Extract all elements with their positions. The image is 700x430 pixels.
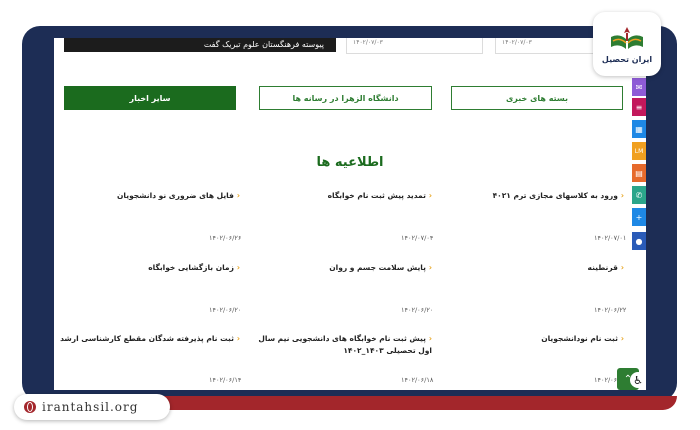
logo: ایران تحصیل xyxy=(593,12,661,76)
announcement-item[interactable]: ‹فایل های ضروری نو دانشجویان xyxy=(60,190,240,202)
book-icon[interactable]: ▤ xyxy=(632,164,646,182)
website-url-badge: irantahsil.org xyxy=(14,394,170,420)
section-title: اطلاعیه ها xyxy=(316,155,384,170)
chevron-left-icon: ‹ xyxy=(428,191,432,200)
chevron-left-icon: ‹ xyxy=(236,191,240,200)
web-page-screen: پیوسته فرهنگستان علوم تبریک گفت ۱۴۰۲/۰۷/… xyxy=(54,38,646,390)
chevron-left-icon: ‹ xyxy=(236,334,240,343)
accessibility-icon[interactable]: ♿ xyxy=(630,372,646,388)
announcement-date: ۱۴۰۲/۰۷/۰۱ xyxy=(594,234,627,242)
news-headline-bar[interactable]: پیوسته فرهنگستان علوم تبریک گفت xyxy=(64,38,336,52)
chevron-left-icon: ‹ xyxy=(428,334,432,343)
announcement-title: ثبت نام نودانشجویان xyxy=(541,334,618,343)
announcement-title: زمان بازگشایی خوابگاه xyxy=(148,263,234,272)
list-icon[interactable]: ≡ xyxy=(632,98,646,116)
announcement-item[interactable]: ‹ورود به کلاسهای مجازی ترم ۴۰۲۱ xyxy=(444,190,624,202)
news-card-date: ۱۴۰۲/۰۷/۰۳ xyxy=(353,39,383,46)
announcement-title: پیش ثبت نام خوابگاه های دانشجویی نیم سال… xyxy=(258,334,432,355)
chat-icon[interactable]: ● xyxy=(632,232,646,250)
chevron-left-icon: ‹ xyxy=(620,191,624,200)
chevron-left-icon: ‹ xyxy=(236,263,240,272)
lms-icon[interactable]: LM xyxy=(632,142,646,160)
announcement-date: ۱۴۰۲/۰۷/۰۴ xyxy=(401,234,434,242)
phone-icon[interactable]: ✆ xyxy=(632,186,646,204)
announcement-title: تمدید پیش ثبت نام خوابگاه xyxy=(327,191,426,200)
announcement-item[interactable]: ‹پیش ثبت نام خوابگاه های دانشجویی نیم سا… xyxy=(252,333,432,357)
news-card[interactable]: ۱۴۰۲/۰۷/۰۳ xyxy=(346,38,483,54)
announcement-item[interactable]: ‹ثبت نام پذیرفته شدگان مقطع کارشناسی ارش… xyxy=(60,333,240,345)
book-logo-icon xyxy=(611,26,643,49)
chevron-left-icon: ‹ xyxy=(620,334,624,343)
grid-icon[interactable]: ▦ xyxy=(632,120,646,138)
lms-label: LM xyxy=(634,147,644,155)
mail-icon[interactable]: ✉ xyxy=(632,78,646,96)
other-news-button[interactable]: سایر اخبار xyxy=(64,86,236,110)
news-card-date: ۱۴۰۲/۰۷/۰۳ xyxy=(502,39,532,46)
announcement-item[interactable]: ‹پایش سلامت جسم و روان xyxy=(252,262,432,274)
announcement-item[interactable]: ‹قرنطینه xyxy=(444,262,624,274)
decorative-strip xyxy=(150,396,677,410)
announcement-item[interactable]: ‹تمدید پیش ثبت نام خوابگاه xyxy=(252,190,432,202)
announcement-date: ۱۴۰۲/۰۶/۱۸ xyxy=(401,376,434,384)
announcement-title: ثبت نام پذیرفته شدگان مقطع کارشناسی ارشد xyxy=(60,334,234,343)
announcement-item[interactable]: ‹ثبت نام نودانشجویان xyxy=(444,333,624,345)
announcement-date: ۱۴۰۲/۰۶/۲۰ xyxy=(209,306,242,314)
chevron-left-icon: ‹ xyxy=(428,263,432,272)
announcement-date: ۱۴۰۲/۰۶/۲۰ xyxy=(401,306,434,314)
announcement-date: ۱۴۰۲/۰۶/۲۶ xyxy=(209,234,242,242)
announcement-title: قرنطینه xyxy=(587,263,618,272)
announcement-item[interactable]: ‹زمان بازگشایی خوابگاه xyxy=(60,262,240,274)
announcement-date: ۱۴۰۲/۰۶/۱۴ xyxy=(209,376,242,384)
chevron-left-icon: ‹ xyxy=(620,263,624,272)
plus-icon[interactable]: + xyxy=(632,208,646,226)
alzahra-media-button[interactable]: دانشگاه الزهرا در رسانه ها xyxy=(259,86,432,110)
announcement-title: ورود به کلاسهای مجازی ترم ۴۰۲۱ xyxy=(492,191,618,200)
globe-icon xyxy=(24,401,36,413)
website-url: irantahsil.org xyxy=(42,400,139,414)
logo-text: ایران تحصیل xyxy=(601,54,653,64)
announcement-date: ۱۴۰۲/۰۶/۲۲ xyxy=(594,306,627,314)
news-packages-button[interactable]: بسته های خبری xyxy=(451,86,623,110)
announcement-title: فایل های ضروری نو دانشجویان xyxy=(117,191,234,200)
announcement-title: پایش سلامت جسم و روان xyxy=(329,263,426,272)
